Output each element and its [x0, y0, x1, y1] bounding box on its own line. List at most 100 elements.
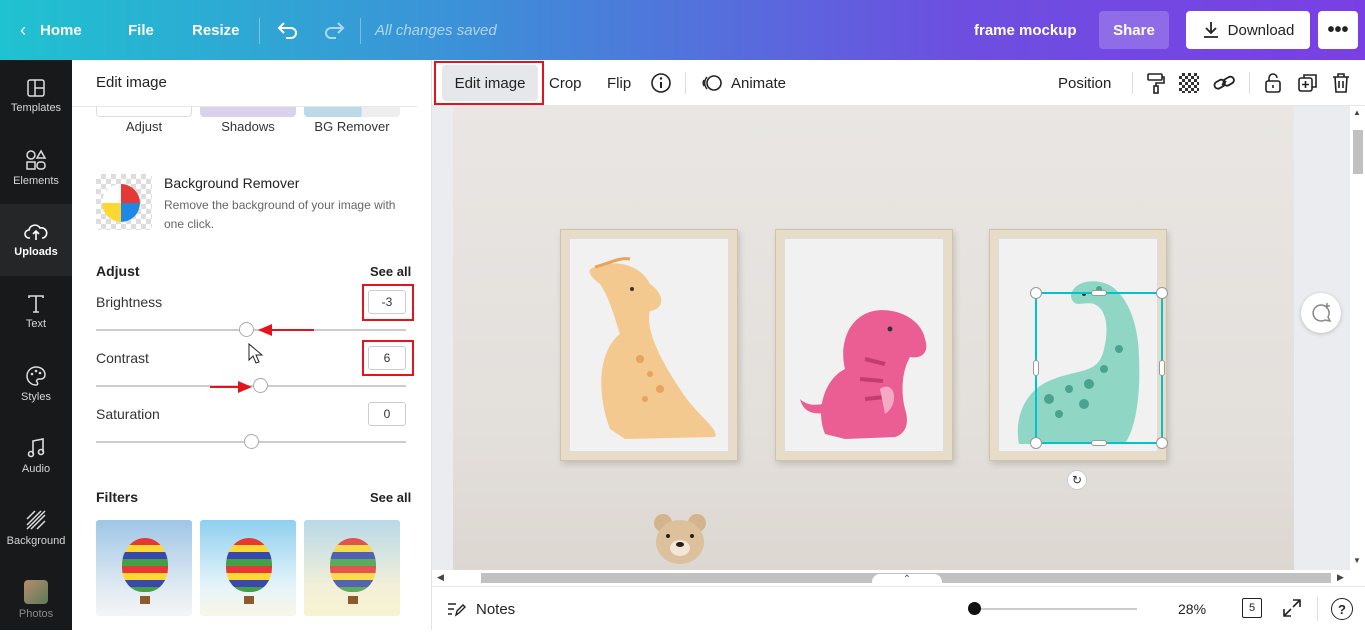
filter-thumbnail[interactable]: [304, 520, 400, 616]
copy-style-button[interactable]: [1145, 60, 1167, 106]
balloon-image: [226, 538, 272, 592]
balloon-basket: [244, 596, 254, 604]
scroll-left-arrow-icon[interactable]: ◀: [437, 572, 444, 583]
bg-remover-thumbnail[interactable]: [96, 174, 152, 230]
filter-thumbnail[interactable]: [200, 520, 296, 616]
upload-cloud-icon: [24, 224, 48, 240]
resize-handle[interactable]: [1091, 440, 1107, 446]
tool-label-bg-remover[interactable]: BG Remover: [302, 119, 402, 134]
resize-button[interactable]: Resize: [192, 0, 240, 60]
zoom-level[interactable]: 28%: [1178, 587, 1206, 631]
divider: [1132, 72, 1133, 94]
transparency-button[interactable]: [1179, 60, 1199, 106]
undo-button[interactable]: [277, 0, 299, 60]
resize-handle[interactable]: [1156, 437, 1168, 449]
resize-handle[interactable]: [1159, 360, 1165, 376]
rail-item-templates[interactable]: Templates: [0, 60, 72, 132]
resize-handle[interactable]: [1091, 290, 1107, 296]
filter-thumbnail[interactable]: [96, 520, 192, 616]
crop-button[interactable]: Crop: [549, 60, 582, 106]
expand-icon: [1283, 599, 1301, 617]
divider: [1249, 72, 1250, 94]
bg-remover-tool-thumb[interactable]: [304, 107, 400, 117]
adjust-tool-thumb[interactable]: [96, 107, 192, 117]
tool-label-adjust[interactable]: Adjust: [94, 119, 194, 134]
help-button[interactable]: ?: [1331, 598, 1353, 620]
file-menu[interactable]: File: [128, 0, 154, 60]
rail-item-text[interactable]: Text: [0, 276, 72, 348]
zoom-slider-track[interactable]: [974, 608, 1137, 610]
notes-button[interactable]: Notes: [446, 587, 515, 631]
adjust-see-all-link[interactable]: See all: [370, 264, 411, 279]
resize-handle[interactable]: [1033, 360, 1039, 376]
duplicate-button[interactable]: [1297, 60, 1319, 106]
photos-icon: [24, 580, 48, 604]
rotate-icon: ↻: [1071, 473, 1083, 487]
shadows-tool-thumb[interactable]: [200, 107, 296, 117]
redo-button[interactable]: [323, 0, 345, 60]
selection-box[interactable]: [1030, 287, 1168, 449]
trash-icon: [1333, 73, 1349, 93]
info-button[interactable]: [650, 60, 672, 106]
saturation-slider-handle[interactable]: [244, 434, 259, 449]
brightness-label: Brightness: [96, 294, 163, 310]
filters-see-all-link[interactable]: See all: [370, 490, 411, 505]
fullscreen-button[interactable]: [1282, 598, 1302, 623]
canvas-vertical-scrollbar[interactable]: ▲ ▼: [1350, 106, 1365, 570]
save-status: All changes saved: [375, 21, 497, 39]
scroll-up-arrow-icon[interactable]: ▲: [1353, 108, 1361, 117]
zoom-slider-handle[interactable]: [968, 602, 981, 615]
bottom-bar: Notes 28% 5 ?: [432, 586, 1365, 630]
contrast-slider-handle[interactable]: [253, 378, 268, 393]
side-rail: Templates Elements Uploads Text Styles A…: [0, 60, 72, 630]
resize-handle[interactable]: [1030, 437, 1042, 449]
duplicate-icon: [1298, 74, 1317, 92]
page-count-button[interactable]: 5: [1242, 598, 1262, 618]
rail-item-styles[interactable]: Styles: [0, 348, 72, 420]
animate-icon: [702, 75, 722, 91]
scroll-down-arrow-icon[interactable]: ▼: [1353, 556, 1361, 565]
canvas-vscroll-thumb[interactable]: [1353, 130, 1363, 174]
rotate-handle[interactable]: ↻: [1067, 470, 1087, 490]
divider: [1317, 597, 1318, 621]
more-options-button[interactable]: •••: [1318, 11, 1358, 49]
saturation-label: Saturation: [96, 406, 160, 422]
orange-dinosaur-illustration: [589, 257, 716, 439]
rail-item-audio[interactable]: Audio: [0, 420, 72, 492]
resize-handle[interactable]: [1156, 287, 1168, 299]
animate-button[interactable]: Animate: [701, 60, 786, 106]
design-canvas[interactable]: ↻: [432, 106, 1365, 570]
home-button[interactable]: ‹ Home: [20, 0, 82, 60]
rail-item-background[interactable]: Background: [0, 492, 72, 564]
flip-button[interactable]: Flip: [607, 60, 631, 106]
document-title[interactable]: frame mockup: [974, 0, 1077, 60]
context-toolbar: Edit image Crop Flip Animate Position: [432, 60, 1365, 106]
edit-image-panel: Edit image Adjust Shadows BG Remover Bac…: [72, 60, 432, 630]
lock-button[interactable]: [1263, 60, 1283, 106]
rail-item-elements[interactable]: Elements: [0, 132, 72, 204]
bg-remover-title[interactable]: Background Remover: [164, 175, 299, 191]
resize-handle[interactable]: [1030, 287, 1042, 299]
palette-icon: [26, 366, 46, 386]
picture-frame-middle[interactable]: [775, 229, 953, 461]
add-comment-button[interactable]: [1301, 293, 1341, 333]
position-button[interactable]: Position: [1058, 60, 1111, 106]
picture-frame-left[interactable]: [560, 229, 738, 461]
chevron-up-icon: ⌃: [902, 574, 912, 585]
canvas-horizontal-scrollbar[interactable]: ◀ ▶ ⌃: [432, 570, 1350, 588]
delete-button[interactable]: [1331, 60, 1351, 106]
tool-label-shadows[interactable]: Shadows: [198, 119, 298, 134]
balloon-basket: [348, 596, 358, 604]
highlight-box: [362, 340, 414, 376]
scroll-right-arrow-icon[interactable]: ▶: [1337, 572, 1344, 583]
nursery-mockup-photo[interactable]: ↻: [453, 106, 1294, 570]
balloon-image: [330, 538, 376, 592]
rail-item-uploads[interactable]: Uploads: [0, 204, 72, 276]
saturation-value-input[interactable]: 0: [368, 402, 406, 426]
rail-item-photos[interactable]: Photos: [0, 564, 72, 636]
download-button[interactable]: Download: [1186, 11, 1310, 49]
panel-title: Edit image: [96, 74, 167, 91]
share-button[interactable]: Share: [1099, 11, 1169, 49]
link-button[interactable]: [1213, 60, 1235, 106]
brightness-slider-handle[interactable]: [239, 322, 254, 337]
